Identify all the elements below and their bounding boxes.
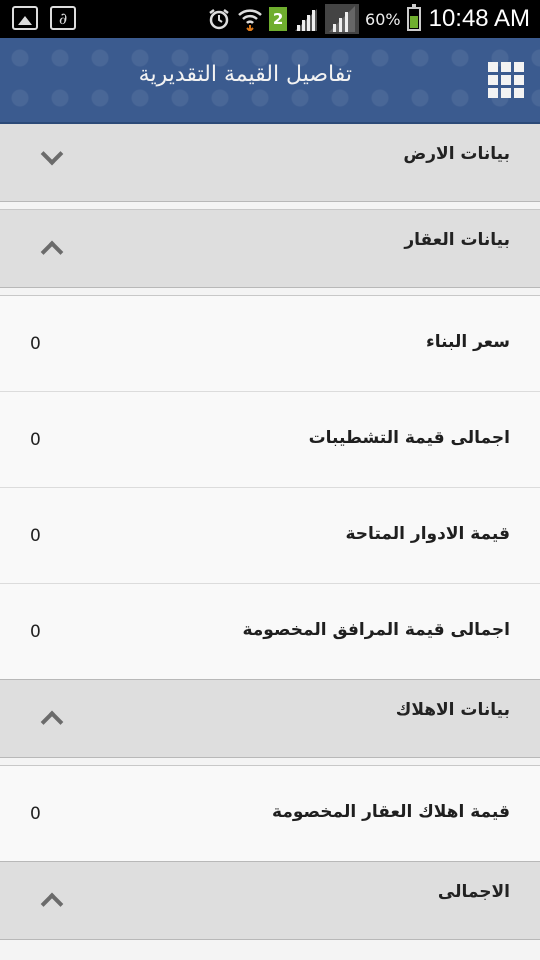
list-item: قيمة اهلاك العقار المخصومة 0 bbox=[0, 766, 540, 862]
row-value: 0 bbox=[30, 526, 41, 546]
section-label: بيانات العقار bbox=[404, 230, 510, 250]
grid-menu-icon[interactable] bbox=[488, 62, 524, 98]
chevron-up-icon bbox=[40, 710, 64, 734]
section-header-total[interactable]: الاجمالى bbox=[0, 862, 540, 940]
signal-icon bbox=[293, 7, 319, 31]
section-label: بيانات الارض bbox=[403, 144, 510, 164]
section-divider bbox=[0, 288, 540, 296]
page-title: تفاصيل القيمة التقديرية bbox=[138, 62, 352, 87]
chevron-down-icon bbox=[40, 142, 64, 166]
battery-percent: 60% bbox=[365, 9, 401, 29]
row-value: 0 bbox=[30, 622, 41, 642]
battery-icon bbox=[406, 4, 421, 31]
section-label: الاجمالى bbox=[437, 882, 510, 902]
signal-icon bbox=[325, 4, 360, 34]
section-header-depreciation[interactable]: بيانات الاهلاك bbox=[0, 680, 540, 758]
section-divider bbox=[0, 758, 540, 766]
list-item: اجمالى قيمة التشطيبات 0 bbox=[0, 392, 540, 488]
status-system-icons: 2 60% 10:48 AM bbox=[207, 0, 530, 38]
app-bar: تفاصيل القيمة التقديرية bbox=[0, 38, 540, 124]
details-list: بيانات الارض بيانات العقار سعر البناء 0 … bbox=[0, 124, 540, 940]
row-value: 0 bbox=[30, 430, 41, 450]
wifi-icon bbox=[237, 7, 263, 31]
section-label: بيانات الاهلاك bbox=[395, 700, 510, 720]
gallery-icon bbox=[12, 6, 38, 30]
signature-icon: ∂ bbox=[50, 6, 76, 30]
row-value: 0 bbox=[30, 804, 41, 824]
list-item: سعر البناء 0 bbox=[0, 296, 540, 392]
status-notifications: ∂ bbox=[12, 6, 76, 30]
list-item: اجمالى قيمة المرافق المخصومة 0 bbox=[0, 584, 540, 680]
clock: 10:48 AM bbox=[428, 5, 530, 32]
row-label: قيمة اهلاك العقار المخصومة bbox=[272, 802, 510, 822]
row-value: 0 bbox=[30, 334, 41, 354]
row-label: اجمالى قيمة المرافق المخصومة bbox=[242, 620, 510, 640]
section-header-land[interactable]: بيانات الارض bbox=[0, 124, 540, 202]
alarm-icon bbox=[207, 7, 231, 31]
chevron-up-icon bbox=[40, 892, 64, 916]
row-label: سعر البناء bbox=[426, 332, 510, 352]
section-header-property[interactable]: بيانات العقار bbox=[0, 210, 540, 288]
status-bar: ∂ 2 60% 10:48 AM bbox=[0, 0, 540, 38]
chevron-up-icon bbox=[40, 240, 64, 264]
row-label: اجمالى قيمة التشطيبات bbox=[308, 428, 510, 448]
list-item: قيمة الادوار المتاحة 0 bbox=[0, 488, 540, 584]
section-divider bbox=[0, 202, 540, 210]
row-label: قيمة الادوار المتاحة bbox=[345, 524, 511, 544]
network-badge: 2 bbox=[269, 7, 288, 31]
